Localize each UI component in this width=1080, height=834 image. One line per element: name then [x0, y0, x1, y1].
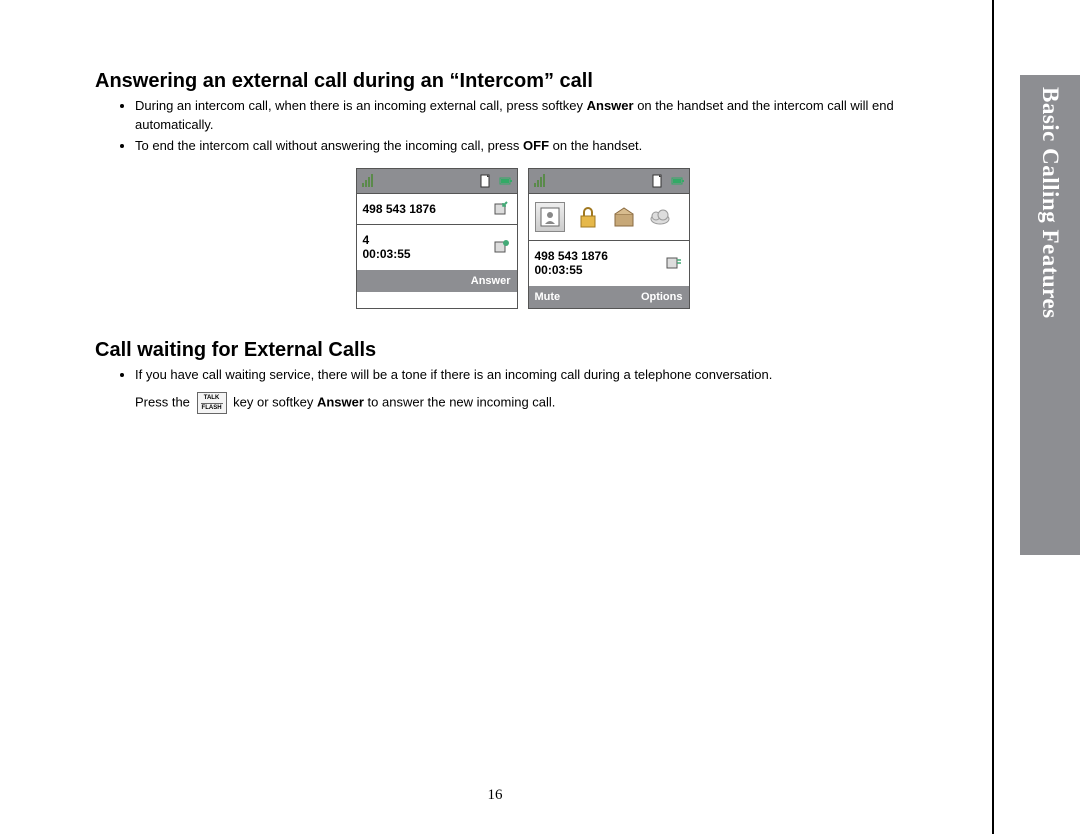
screen-row: 4 00:03:55 [357, 224, 517, 270]
line-number: 4 [363, 233, 411, 247]
phone-number: 498 543 1876 [363, 202, 436, 216]
active-call-icon [493, 238, 511, 256]
status-bar [529, 169, 689, 193]
screen-row: 498 543 1876 00:03:55 [529, 240, 689, 286]
key-label-bottom: FLASH [202, 405, 222, 411]
list-item: During an intercom call, when there is a… [135, 97, 950, 135]
text: Press the [135, 395, 194, 410]
incoming-call-icon [493, 200, 511, 218]
cloud-icon[interactable] [647, 204, 673, 230]
battery-icon [499, 174, 513, 188]
list-item: To end the intercom call without answeri… [135, 137, 950, 156]
talk-flash-key-icon: TALK FLASH [197, 392, 227, 414]
screen-row: 498 543 1876 [357, 193, 517, 224]
signal-icon [361, 174, 375, 188]
phone-screen-2: 498 543 1876 00:03:55 Mute Options [528, 168, 690, 309]
bold-text: Answer [587, 98, 634, 113]
key-label-top: TALK [204, 395, 220, 401]
bold-text: Answer [317, 395, 364, 410]
page-content: Answering an external call during an “In… [0, 0, 990, 834]
battery-icon [671, 174, 685, 188]
text: If you have call waiting service, there … [135, 367, 772, 382]
bold-text: OFF [523, 138, 549, 153]
status-bar [357, 169, 517, 193]
page-number: 16 [0, 787, 990, 804]
text: on the handset. [549, 138, 642, 153]
signal-icon [533, 174, 547, 188]
list-item: If you have call waiting service, there … [135, 366, 950, 415]
text: During an intercom call, when there is a… [135, 98, 587, 113]
bullet-list-2: If you have call waiting service, there … [95, 366, 950, 415]
softkey-bar: Mute Options [529, 286, 689, 308]
lock-icon[interactable] [575, 204, 601, 230]
menu-icon-row [529, 193, 689, 240]
text: To end the intercom call without answeri… [135, 138, 523, 153]
page-icon [479, 174, 493, 188]
phone-screens: 498 543 1876 4 00:03:55 Answer [95, 168, 950, 309]
contacts-icon[interactable] [535, 202, 565, 232]
section-heading-2: Call waiting for External Calls [95, 339, 950, 362]
softkey-mute[interactable]: Mute [535, 291, 561, 303]
section-heading-1: Answering an external call during an “In… [95, 70, 950, 93]
softkey-options[interactable]: Options [641, 291, 683, 303]
softkey-answer[interactable]: Answer [471, 275, 511, 287]
call-timer: 00:03:55 [363, 247, 411, 261]
section-tab: Basic Calling Features [1020, 75, 1080, 555]
connected-call-icon [665, 254, 683, 272]
page-icon [651, 174, 665, 188]
call-timer: 00:03:55 [535, 263, 608, 277]
box-icon[interactable] [611, 204, 637, 230]
softkey-bar: Answer [357, 270, 517, 292]
phone-number: 498 543 1876 [535, 249, 608, 263]
text: key or softkey [233, 395, 317, 410]
phone-screen-1: 498 543 1876 4 00:03:55 Answer [356, 168, 518, 309]
text: to answer the new incoming call. [364, 395, 555, 410]
bullet-list-1: During an intercom call, when there is a… [95, 97, 950, 156]
